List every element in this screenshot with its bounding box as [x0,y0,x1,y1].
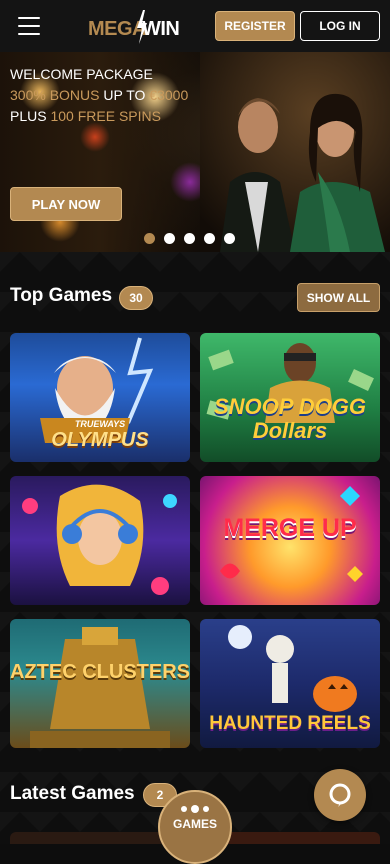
top-games-count-badge: 30 [119,286,153,310]
game-3-artwork [22,484,177,595]
carousel-dots [144,233,235,244]
game-title: AZTEC CLUSTERS [10,661,190,683]
carousel-dot[interactable] [224,233,235,244]
chat-button[interactable] [314,769,366,821]
game-title: HAUNTED REELS [209,713,371,734]
promo-line-2: 300% BONUS UP TO €3000 [10,87,189,103]
game-tile-aztec-clusters[interactable]: AZTEC CLUSTERS [10,619,190,748]
latest-games-heading: Latest Games [10,783,135,804]
top-bar: MEGA WIN REGISTER LOG IN [0,0,390,52]
logo-win-text: WIN [142,18,180,40]
login-button[interactable]: LOG IN [300,11,380,41]
game-tile-merge-up[interactable]: MERGE UP [200,476,380,605]
promo-line-3: PLUS 100 FREE SPINS [10,108,161,124]
top-games-heading: Top Games [10,285,113,306]
play-now-button[interactable]: PLAY NOW [10,187,122,221]
carousel-dot[interactable] [204,233,215,244]
game-tile-olympus[interactable]: TRUEWAYS OLYMPUS [10,333,190,462]
game-tile-snoop-dogg-dollars[interactable]: SNOOP DOGG Dollars [200,333,380,462]
show-all-button[interactable]: SHOW ALL [297,283,380,312]
promo-line-1: WELCOME PACKAGE [10,66,153,82]
promo-banner[interactable]: WELCOME PACKAGE 300% BONUS UP TO €3000 P… [0,52,390,252]
carousel-dot[interactable] [144,233,155,244]
game-title: OLYMPUS [51,429,149,451]
game-title: SNOOP DOGG Dollars [214,394,366,443]
hero-couple-image [200,52,390,252]
chat-icon [329,783,351,807]
game-subtitle: TRUEWAYS [74,419,126,429]
logo[interactable]: MEGA WIN [88,10,180,44]
games-label: GAMES [172,817,217,831]
game-tile-3[interactable] [10,476,190,605]
carousel-dot[interactable] [184,233,195,244]
promo-text: WELCOME PACKAGE 300% BONUS UP TO €3000 P… [10,64,188,127]
menu-icon[interactable] [18,17,40,35]
games-nav-button[interactable]: GAMES [158,790,232,864]
games-icon [181,805,209,813]
register-button[interactable]: REGISTER [215,11,295,41]
game-tile-haunted-reels[interactable]: HAUNTED REELS [200,619,380,748]
game-title: MERGE UP [223,514,357,542]
aztec-artwork [30,627,170,748]
carousel-dot[interactable] [164,233,175,244]
